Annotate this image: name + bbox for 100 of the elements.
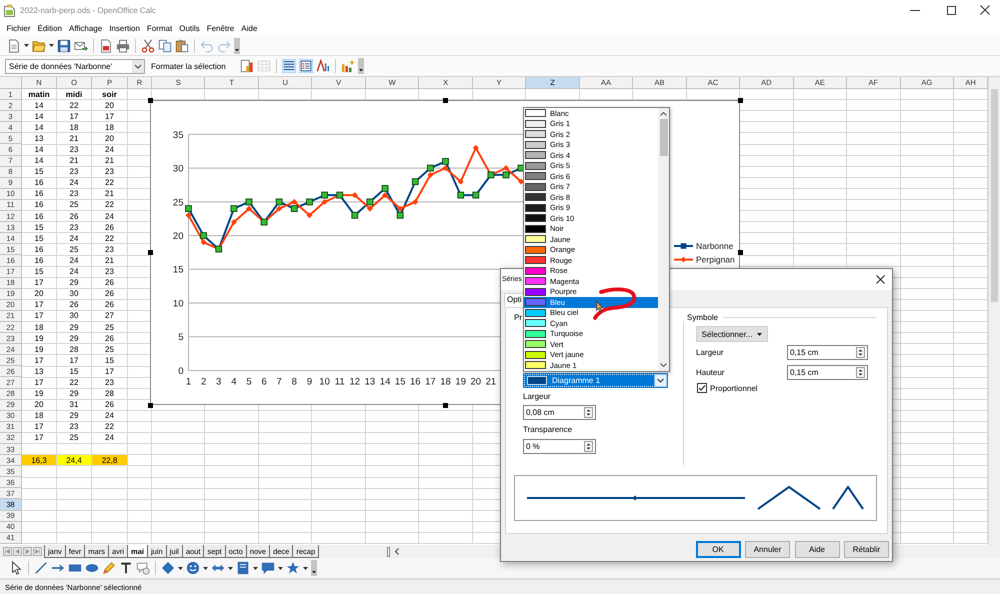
- scroll-down-icon[interactable]: [660, 363, 667, 367]
- star-icon[interactable]: [286, 561, 300, 575]
- vertical-scrollbar[interactable]: [988, 77, 1000, 545]
- color-dropdown[interactable]: Diagramme 1: [523, 373, 668, 388]
- axis-tick-label: 0: [178, 366, 184, 377]
- table-cell-text: 29: [68, 388, 80, 399]
- axis-tick-label: 5: [178, 332, 184, 344]
- list-scrollbar[interactable]: [658, 108, 669, 371]
- table-cell-text: 15: [104, 355, 115, 366]
- toolbar-overflow-icon[interactable]: [358, 58, 364, 74]
- resize-handle[interactable]: [443, 98, 448, 103]
- menu-item[interactable]: Outils: [176, 24, 204, 32]
- spin-field[interactable]: 0,08 cm: [523, 405, 596, 420]
- spin-field[interactable]: 0,15 cm: [787, 365, 868, 380]
- save-icon[interactable]: [57, 38, 71, 52]
- pdf-document-icon[interactable]: [99, 38, 113, 52]
- dropdown-caret-icon[interactable]: [203, 566, 208, 570]
- table-cell-text: 25: [68, 432, 80, 443]
- resize-handle[interactable]: [148, 98, 153, 103]
- close-icon[interactable]: [876, 275, 885, 284]
- axis-tick-label: 18: [440, 376, 451, 388]
- field-label: Largeur: [523, 392, 551, 402]
- table-cell-text: 17: [34, 432, 44, 443]
- dialog-button[interactable]: OK: [696, 540, 740, 558]
- horizontal-lines-icon[interactable]: [282, 59, 296, 73]
- scroll-left-icon[interactable]: [395, 548, 399, 555]
- spin-buttons-icon[interactable]: [584, 441, 593, 452]
- dropdown-caret-icon[interactable]: [253, 566, 258, 570]
- color-swatch-icon: [525, 224, 546, 233]
- legend-icon[interactable]: [298, 59, 313, 73]
- table-cell-text: 23: [104, 244, 115, 254]
- table-cell-text: 19: [34, 333, 44, 344]
- dropdown-caret-icon[interactable]: [278, 566, 283, 570]
- checkbox[interactable]: [697, 383, 707, 393]
- tab-splitter-handle[interactable]: [387, 546, 390, 556]
- menu-item[interactable]: Édition: [34, 24, 66, 32]
- new-document-icon[interactable]: [7, 38, 21, 52]
- table-cell-text: 20: [104, 100, 115, 110]
- chart-element-selector[interactable]: Série de données 'Narbonne': [5, 58, 145, 74]
- text-tool-icon[interactable]: [119, 561, 133, 575]
- clipboard-icon[interactable]: [175, 38, 189, 52]
- line-icon[interactable]: [34, 561, 48, 575]
- dropdown-caret-icon[interactable]: [303, 566, 308, 570]
- speech-bubble-icon[interactable]: [261, 561, 275, 575]
- smiley-icon[interactable]: [186, 561, 200, 575]
- folder-icon[interactable]: [32, 38, 46, 52]
- color-swatch-icon: [525, 361, 546, 370]
- diamond-icon[interactable]: [161, 561, 175, 575]
- axis-tick-label: 13: [364, 376, 376, 388]
- resize-handle[interactable]: [738, 250, 743, 255]
- table-cell-text: 23: [68, 144, 80, 155]
- spin-field[interactable]: 0,15 cm: [787, 345, 868, 360]
- spin-buttons-icon[interactable]: [584, 407, 593, 418]
- table-cell-text: 24: [68, 255, 80, 266]
- table-cell-text: 26: [104, 333, 115, 344]
- scroll-up-icon[interactable]: [660, 112, 667, 116]
- dropdown-caret-icon[interactable]: [178, 566, 183, 570]
- menu-item[interactable]: Affichage: [65, 24, 106, 32]
- copy-icon[interactable]: [158, 38, 172, 52]
- resize-handle[interactable]: [738, 98, 743, 103]
- bar-chart-icon[interactable]: [240, 59, 254, 73]
- menu-item[interactable]: Format: [143, 24, 176, 32]
- spin-buttons-icon[interactable]: [856, 367, 865, 378]
- pointer-arrow-icon[interactable]: [9, 561, 23, 575]
- table-cell-text: 14: [34, 111, 44, 122]
- printer-icon[interactable]: [116, 38, 130, 52]
- menu-item[interactable]: Aide: [238, 24, 261, 32]
- text-scale-icon[interactable]: [316, 59, 330, 73]
- table-cell-text: soir: [101, 89, 118, 100]
- menu-item[interactable]: Fichier: [3, 24, 34, 32]
- dialog-tab[interactable]: Opti: [504, 293, 524, 307]
- close-icon[interactable]: [980, 5, 990, 15]
- color-swatch-icon: [525, 182, 546, 191]
- dropdown-caret-icon[interactable]: [228, 566, 233, 570]
- dialog-button[interactable]: Rétablir: [844, 540, 889, 558]
- resize-handle[interactable]: [443, 403, 448, 408]
- select-symbol-button[interactable]: Sélectionner...: [696, 326, 768, 342]
- table-cell-text: 21: [104, 188, 115, 199]
- scrollbar-thumb[interactable]: [660, 119, 668, 156]
- dropdown-caret-icon[interactable]: [49, 44, 54, 47]
- chart-layout-icon[interactable]: [340, 59, 355, 73]
- table-cell-text: 30: [68, 288, 80, 299]
- menu-item[interactable]: Fenêtre: [203, 24, 238, 32]
- flowchart-icon[interactable]: [236, 561, 250, 575]
- ellipse-icon[interactable]: [85, 561, 99, 575]
- scrollbar-thumb[interactable]: [991, 89, 998, 302]
- resize-handle[interactable]: [148, 250, 153, 255]
- format-selection-button[interactable]: Formater la sélection: [148, 58, 229, 74]
- resize-handle[interactable]: [148, 403, 153, 408]
- table-cell-text: 17: [34, 278, 44, 288]
- maximize-icon[interactable]: [947, 6, 956, 14]
- toolbar-overflow-icon[interactable]: [234, 38, 240, 54]
- menu-item[interactable]: Insertion: [106, 24, 144, 32]
- spin-buttons-icon[interactable]: [856, 347, 865, 358]
- scissors-icon[interactable]: [141, 38, 155, 52]
- dialog-button[interactable]: Annuler: [745, 540, 790, 558]
- spin-field[interactable]: 0 %: [523, 439, 596, 454]
- dialog-button[interactable]: Aide: [794, 540, 840, 558]
- dropdown-caret-icon[interactable]: [24, 44, 29, 47]
- toolbar-overflow-icon[interactable]: [311, 560, 317, 576]
